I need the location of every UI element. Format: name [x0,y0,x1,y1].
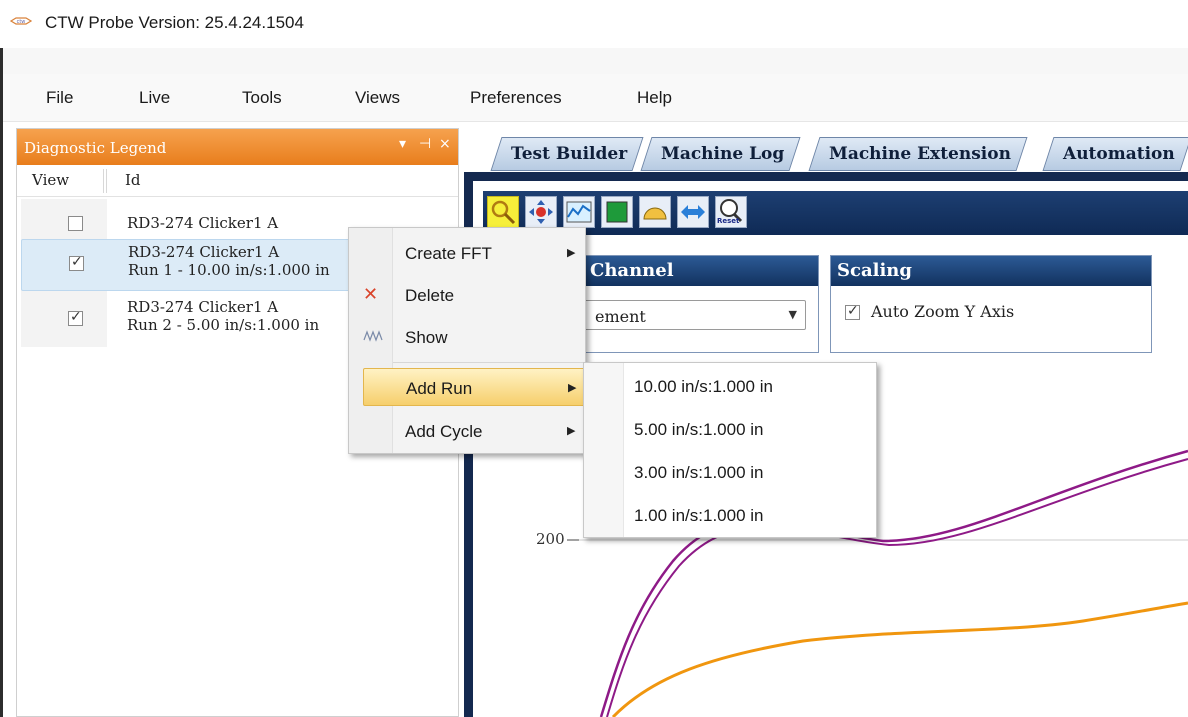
menu-item-label: Add Cycle [405,422,483,441]
menu-item-label: Delete [405,286,455,305]
view-checkbox[interactable]: ✓ [69,254,84,271]
chart-icon [566,201,592,223]
menu-tools[interactable]: Tools [242,88,282,108]
add-run-submenu: 10.00 in/s:1.000 in 5.00 in/s:1.000 in 3… [583,362,877,538]
fill-icon [606,201,628,223]
submenu-item-run-1[interactable]: 1.00 in/s:1.000 in [634,506,763,526]
context-menu: Create FFT ▶ ✕ Delete Show Add Run ▶ Add… [348,227,586,454]
menu-item-label: Add Run [406,379,473,398]
horizontal-arrows-icon [681,205,705,219]
legend-row-run: Run 2 - 5.00 in/s:1.000 in [127,316,320,334]
legend-title: Diagnostic Legend [24,139,167,157]
series-orange-line [611,601,1188,717]
submenu-arrow-icon: ▶ [567,246,576,259]
menu-item-add-run[interactable]: Add Run ▶ [363,368,585,406]
tab-label: Machine Log [661,144,785,164]
menu-item-label: Show [405,328,448,347]
submenu-arrow-icon: ▶ [568,381,577,394]
scaling-group: Scaling ✓ Auto Zoom Y Axis [830,255,1152,353]
tab-label: Test Builder [511,144,628,164]
column-header-id[interactable]: Id [125,171,141,189]
legend-row-id: RD3-274 Clicker1 A [128,243,280,261]
auto-zoom-checkbox[interactable]: ✓ [845,303,860,320]
reset-zoom-button[interactable]: Reset [715,196,747,228]
menu-live[interactable]: Live [139,88,170,108]
pan-icon [529,200,553,224]
menu-item-create-fft[interactable]: Create FFT ▶ [349,234,585,272]
protractor-icon [643,207,667,220]
app-logo-icon: ctw [10,16,32,26]
legend-header: Diagnostic Legend ▾ ⊣ × [17,129,458,165]
window-title: CTW Probe Version: 25.4.24.1504 [45,13,304,32]
view-checkbox[interactable]: ✓ [68,309,83,326]
submenu-item-run-10[interactable]: 10.00 in/s:1.000 in [634,377,773,397]
legend-dropdown-icon[interactable]: ▾ [399,136,406,152]
zoom-button[interactable] [487,196,519,228]
scaling-group-title: Scaling [831,256,1151,286]
submenu-icon-bar [584,363,624,537]
zoom-icon [491,200,516,225]
check-mark-icon: ✓ [847,303,859,319]
svg-text:ctw: ctw [17,19,26,25]
tab-automation[interactable]: Automation [1042,137,1188,171]
submenu-item-run-5[interactable]: 5.00 in/s:1.000 in [634,420,763,440]
channel-selected-value: ement [595,307,646,326]
menu-file[interactable]: File [46,88,73,108]
legend-row-run: Run 1 - 10.00 in/s:1.000 in [128,261,330,279]
menu-preferences[interactable]: Preferences [470,88,562,108]
menu-item-show[interactable]: Show [349,318,585,356]
legend-column-headers: View Id [17,165,458,197]
delete-x-icon: ✕ [363,284,379,305]
tab-strip: Test Builder Machine Log Machine Extensi… [470,133,1188,175]
legend-close-icon[interactable]: × [439,136,451,152]
tab-label: Automation [1063,144,1175,164]
show-waveform-icon [363,330,383,342]
menu-item-add-cycle[interactable]: Add Cycle ▶ [349,412,585,450]
tab-machine-extension[interactable]: Machine Extension [808,137,1028,171]
menu-bar: File Live Tools Views Preferences Help [3,74,1188,122]
horizontal-arrows-button[interactable] [677,196,709,228]
menu-separator [393,362,585,363]
column-separator[interactable] [103,169,107,193]
legend-row-id: RD3-274 Clicker1 A [127,298,279,316]
tab-machine-log[interactable]: Machine Log [640,137,801,171]
chevron-down-icon: ▼ [788,308,797,321]
reset-label: Reset [717,217,740,225]
submenu-arrow-icon: ▶ [567,424,576,437]
pan-button[interactable] [525,196,557,228]
legend-pin-icon[interactable]: ⊣ [419,136,431,152]
menu-views[interactable]: Views [355,88,400,108]
legend-row-id: RD3-274 Clicker1 A [127,214,279,232]
column-header-view[interactable]: View [32,171,69,189]
submenu-item-run-3[interactable]: 3.00 in/s:1.000 in [634,463,763,483]
auto-zoom-label: Auto Zoom Y Axis [871,302,1015,321]
menu-help[interactable]: Help [637,88,672,108]
menu-item-delete[interactable]: ✕ Delete [349,276,585,314]
check-mark-icon: ✓ [70,309,82,325]
window-left-edge [0,48,3,717]
window-top-strip [3,48,1188,74]
chart-button[interactable] [563,196,595,228]
chart-toolbar: Reset [483,191,1188,235]
fill-button[interactable] [601,196,633,228]
title-bar: ctw CTW Probe Version: 25.4.24.1504 [0,0,1188,48]
menu-item-label: Create FFT [405,244,492,263]
view-checkbox[interactable] [68,216,83,231]
tab-label: Machine Extension [829,144,1011,164]
tab-test-builder[interactable]: Test Builder [490,137,644,171]
protractor-button[interactable] [639,196,671,228]
check-mark-icon: ✓ [71,254,83,270]
